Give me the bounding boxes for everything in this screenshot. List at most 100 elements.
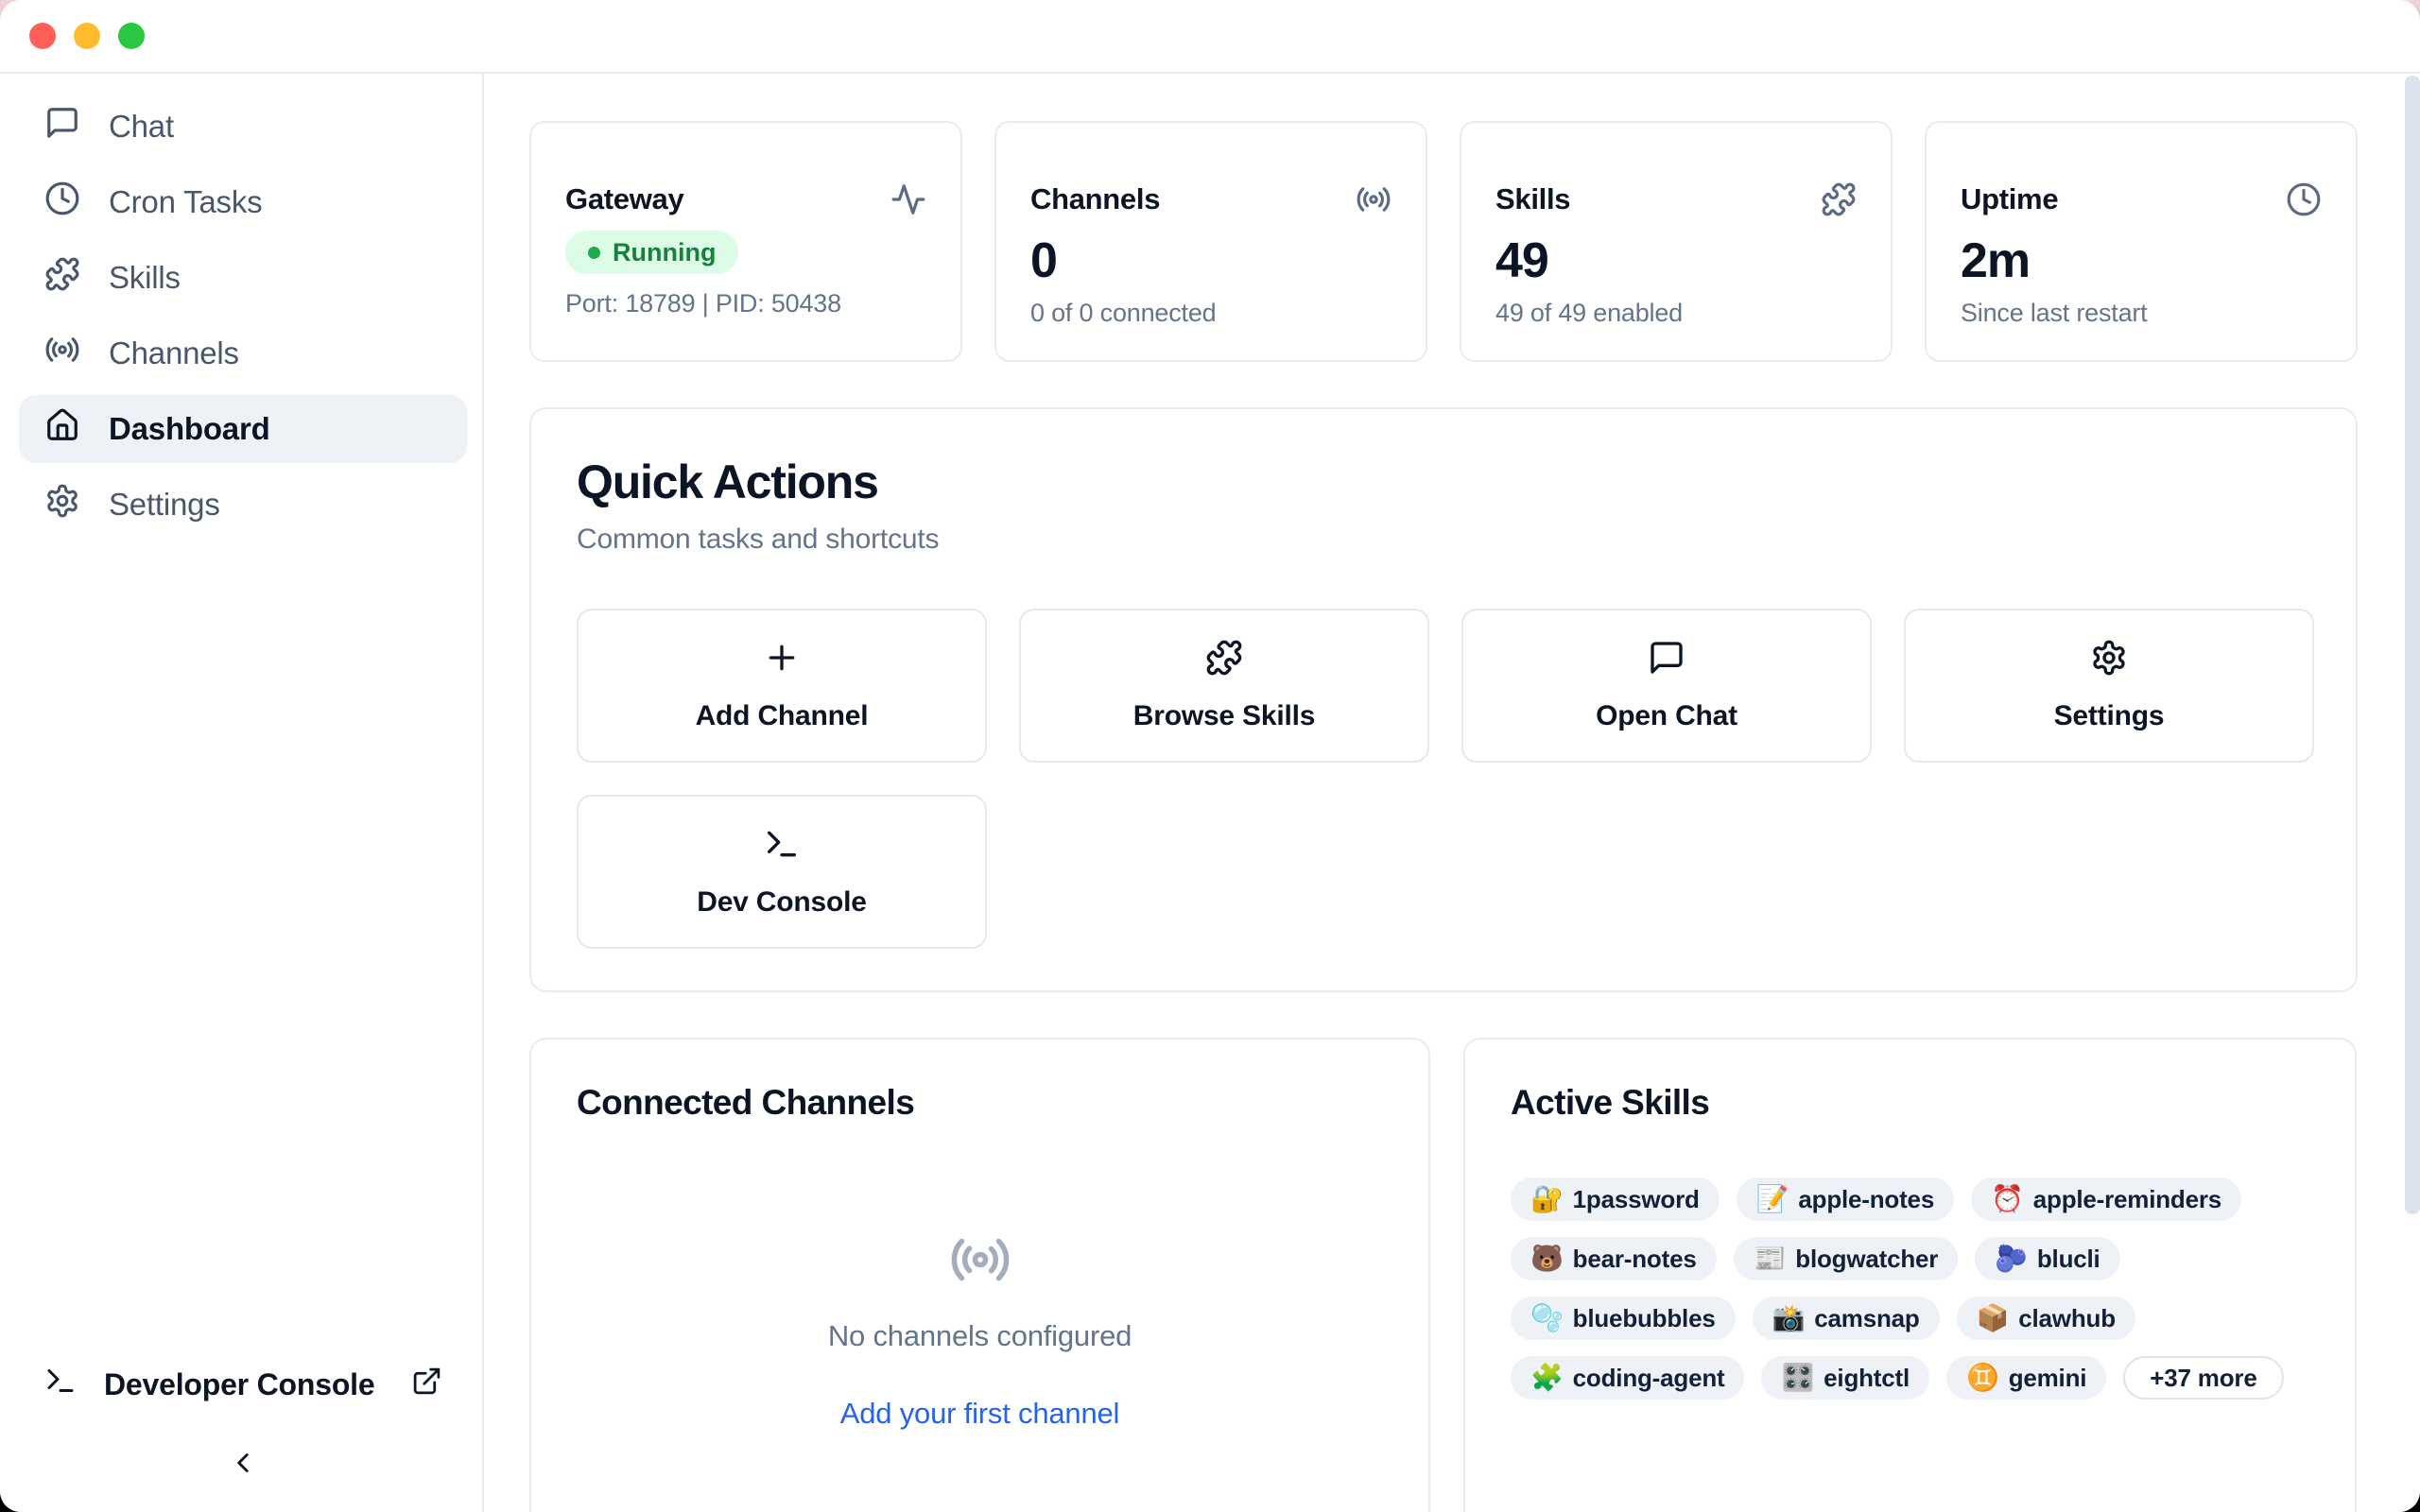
stat-card-uptime: Uptime2mSince last restart <box>1925 121 2358 362</box>
stat-title: Channels <box>1030 182 1160 216</box>
quick-actions-card: Quick Actions Common tasks and shortcuts… <box>529 407 2358 992</box>
stat-card-gateway: Gateway Running Port: 18789 | PID: 50438 <box>529 121 962 362</box>
skill-chip-coding-agent: 🧩 coding-agent <box>1511 1356 1744 1400</box>
chevron-left-icon <box>227 1447 259 1484</box>
add-first-channel-link[interactable]: Add your first channel <box>840 1397 1119 1431</box>
skill-name: eightctl <box>1824 1364 1910 1393</box>
quick-action-settings[interactable]: Settings <box>1904 609 2314 763</box>
sidebar-item-dashboard[interactable]: Dashboard <box>19 395 467 463</box>
skill-chip-clawhub: 📦 clawhub <box>1957 1297 2135 1340</box>
minimize-window-button[interactable] <box>74 23 100 49</box>
skill-emoji-icon: 🫐 <box>1995 1246 2028 1272</box>
puzzle-icon <box>1205 639 1243 684</box>
skill-chip-gemini: ♊gemini <box>1946 1356 2106 1400</box>
stat-value: 2m <box>1961 232 2322 289</box>
stat-title: Skills <box>1495 182 1570 216</box>
quick-action-open-chat[interactable]: Open Chat <box>1461 609 1872 763</box>
gear-icon <box>44 483 80 526</box>
skill-name: bluebubbles <box>1573 1304 1716 1333</box>
puzzle-icon <box>44 256 80 300</box>
skill-chip-bear-notes: 🐻 bear-notes <box>1511 1237 1717 1280</box>
sidebar-item-chat[interactable]: Chat <box>19 93 467 161</box>
sidebar-item-settings[interactable]: Settings <box>19 471 467 539</box>
window-titlebar <box>0 0 2420 74</box>
skill-emoji-icon: 🐻 <box>1530 1246 1564 1272</box>
connected-channels-title: Connected Channels <box>577 1083 1383 1123</box>
quick-actions-title: Quick Actions <box>577 455 2310 509</box>
radio-icon <box>949 1228 1011 1291</box>
stats-row: Gateway Running Port: 18789 | PID: 50438 Ch… <box>529 121 2420 362</box>
developer-console-button[interactable]: Developer Console <box>19 1354 467 1415</box>
skill-chip-apple-notes: 📝apple-notes <box>1737 1177 1954 1221</box>
stat-title: Gateway <box>565 182 683 216</box>
home-icon <box>44 407 80 451</box>
skill-chip-eightctl: 🎛️eightctl <box>1761 1356 1929 1400</box>
status-badge: Running <box>565 231 738 274</box>
quick-action-label: Settings <box>2054 700 2165 732</box>
sidebar-item-label: Skills <box>109 260 181 296</box>
stat-detail: Since last restart <box>1961 299 2322 328</box>
bottom-row: Connected Channels No channels configure… <box>529 1038 2420 1512</box>
active-skills-card: Active Skills 🔐 1password 📝apple-notes ⏰ app… <box>1463 1038 2357 1512</box>
stat-detail: Port: 18789 | PID: 50438 <box>565 289 926 318</box>
gear-icon <box>2090 639 2128 684</box>
skill-emoji-icon: 📦 <box>1977 1305 2010 1332</box>
skill-name: coding-agent <box>1573 1364 1725 1393</box>
skills-chip-list: 🔐 1password 📝apple-notes ⏰ apple-reminders 🐻 b… <box>1511 1177 2309 1400</box>
skill-emoji-icon: ⏰ <box>1991 1186 2024 1212</box>
sidebar-nav: Chat Cron Tasks Skills Channels Dashboard Set… <box>19 93 467 546</box>
skill-emoji-icon: 🔐 <box>1530 1186 1564 1212</box>
stat-value: 0 <box>1030 232 1392 289</box>
skill-name: camsnap <box>1814 1304 1919 1333</box>
puzzle-icon <box>1821 181 1857 217</box>
stat-value: 49 <box>1495 232 1857 289</box>
sidebar-item-label: Settings <box>109 487 220 523</box>
sidebar-item-cron-tasks[interactable]: Cron Tasks <box>19 168 467 236</box>
skill-chip-camsnap: 📸camsnap <box>1753 1297 1940 1340</box>
sidebar-item-skills[interactable]: Skills <box>19 244 467 312</box>
skill-emoji-icon: 🧩 <box>1530 1365 1564 1391</box>
quick-action-browse-skills[interactable]: Browse Skills <box>1019 609 1429 763</box>
sidebar-item-label: Dashboard <box>109 411 270 447</box>
terminal-icon <box>763 825 801 870</box>
quick-action-dev-console[interactable]: Dev Console <box>577 795 987 949</box>
active-skills-title: Active Skills <box>1511 1083 2309 1123</box>
skill-name: apple-reminders <box>2033 1185 2221 1214</box>
terminal-icon <box>43 1364 78 1405</box>
stat-card-skills: Skills 49 49 of 49 enabled <box>1460 121 1893 362</box>
stat-detail: 49 of 49 enabled <box>1495 299 1857 328</box>
clock-icon <box>44 180 80 224</box>
quick-action-label: Add Channel <box>696 700 869 732</box>
radio-icon <box>1356 181 1392 217</box>
scrollbar-thumb[interactable] <box>2405 76 2420 1214</box>
developer-console-label: Developer Console <box>104 1367 374 1402</box>
sidebar-item-channels[interactable]: Channels <box>19 319 467 387</box>
external-link-icon <box>411 1366 442 1404</box>
zoom-window-button[interactable] <box>118 23 145 49</box>
skill-name: 1password <box>1573 1185 1700 1214</box>
app-window: Chat Cron Tasks Skills Channels Dashboard Set… <box>0 0 2420 1512</box>
skills-more-button[interactable]: +37 more <box>2123 1356 2283 1400</box>
skill-chip-blogwatcher: 📰blogwatcher <box>1734 1237 1959 1280</box>
quick-action-label: Open Chat <box>1596 700 1737 732</box>
close-window-button[interactable] <box>29 23 56 49</box>
plus-icon <box>763 639 801 684</box>
activity-icon <box>890 181 926 217</box>
collapse-sidebar-button[interactable] <box>19 1415 467 1484</box>
connected-channels-card: Connected Channels No channels configure… <box>529 1038 1430 1512</box>
status-dot-icon <box>588 247 600 259</box>
quick-actions-grid: Add Channel Browse Skills Open Chat Setting… <box>577 609 2310 949</box>
stat-card-channels: Channels00 of 0 connected <box>994 121 1427 362</box>
quick-action-label: Browse Skills <box>1133 700 1316 732</box>
skill-name: bear-notes <box>1573 1245 1697 1274</box>
sidebar-item-label: Channels <box>109 335 239 371</box>
quick-actions-subtitle: Common tasks and shortcuts <box>577 524 2310 556</box>
skill-chip-apple-reminders: ⏰ apple-reminders <box>1971 1177 2241 1221</box>
sidebar: Chat Cron Tasks Skills Channels Dashboard Set… <box>0 74 484 1512</box>
quick-action-add-channel[interactable]: Add Channel <box>577 609 987 763</box>
clock-icon <box>2286 181 2322 217</box>
skill-emoji-icon: ♊ <box>1966 1365 1999 1391</box>
sidebar-item-label: Cron Tasks <box>109 184 262 220</box>
channels-empty-state: No channels configured Add your first ch… <box>577 1123 1383 1431</box>
skill-name: clawhub <box>2018 1304 2116 1333</box>
